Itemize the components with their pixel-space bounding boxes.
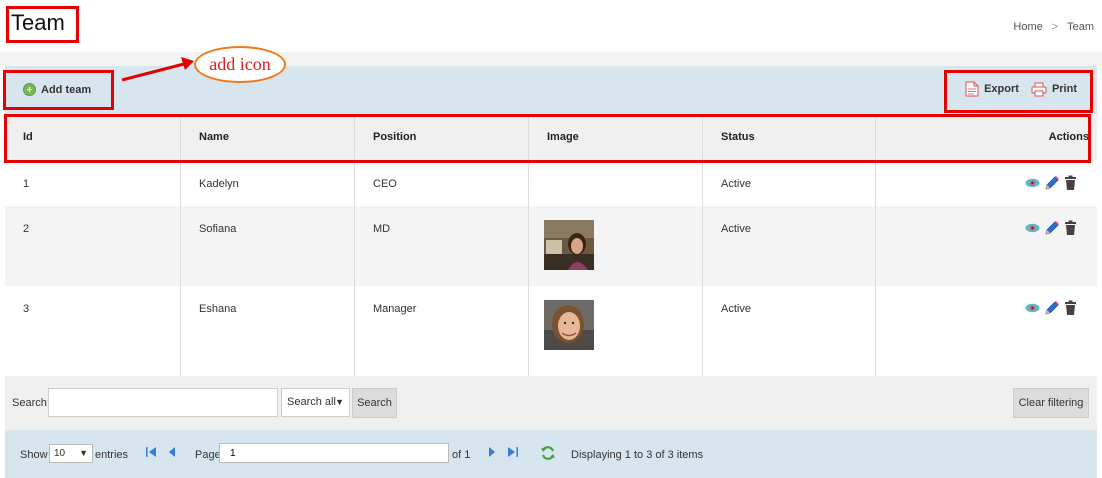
annotation-callout: add icon [194, 46, 286, 83]
annotation-arrow [121, 57, 194, 82]
